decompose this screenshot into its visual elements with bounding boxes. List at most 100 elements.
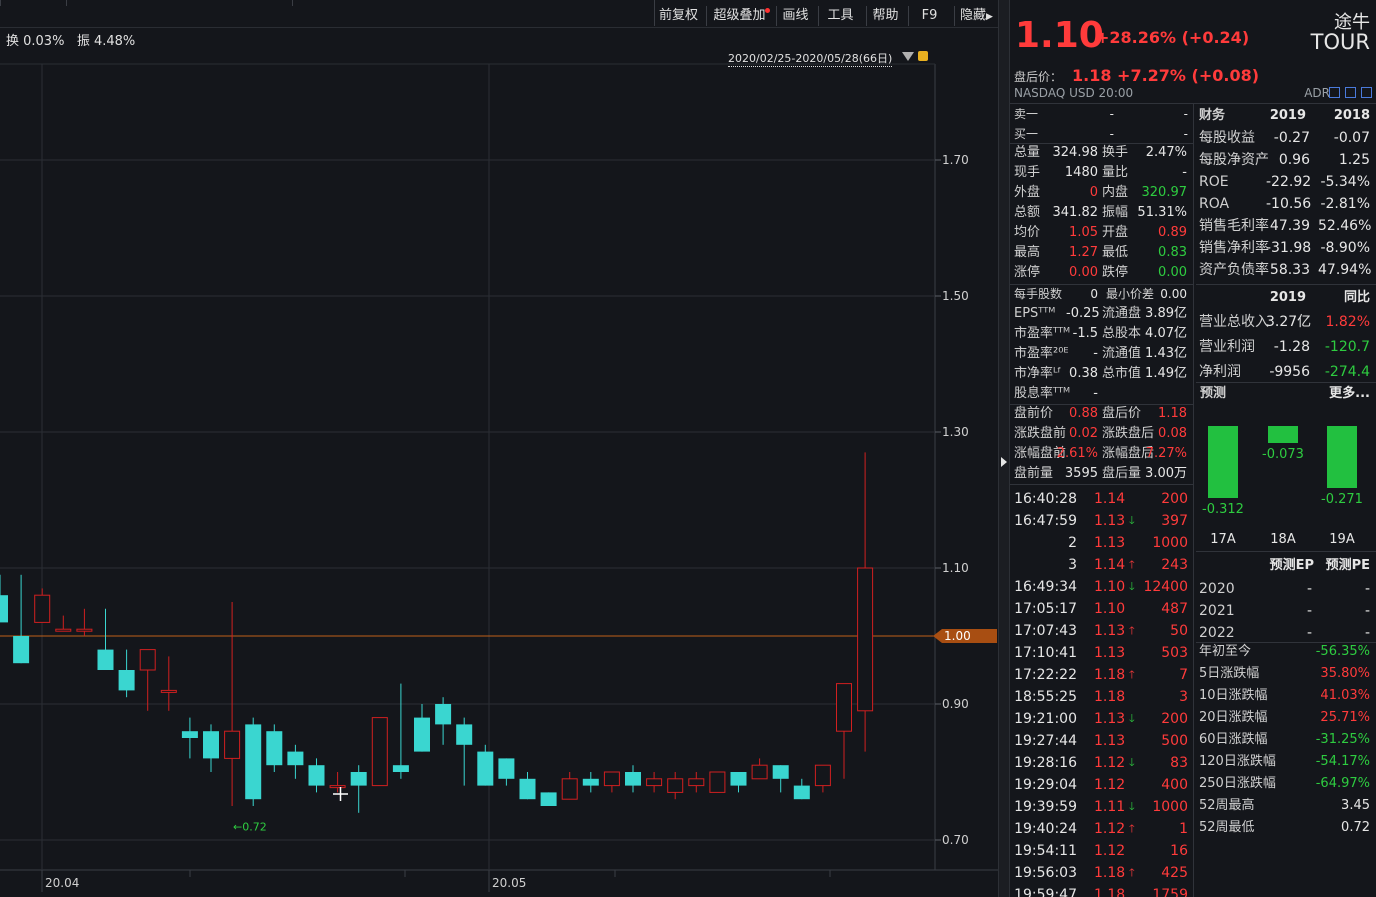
orderbook-row[interactable]: 买一 - - [1010, 124, 1193, 144]
candle-body-up[interactable] [34, 594, 51, 623]
candle-body-up[interactable] [836, 683, 852, 732]
stat-label: 换手 [1102, 145, 1129, 160]
candle-body-down[interactable] [793, 785, 810, 800]
forecast-bar[interactable] [1208, 426, 1238, 498]
candle-body-down[interactable] [435, 704, 452, 725]
premarket-value: 0.08 [1158, 426, 1187, 441]
candle-body-up[interactable] [160, 689, 177, 693]
add-icon[interactable] [1361, 87, 1372, 98]
candle-body-down[interactable] [266, 731, 283, 766]
finance-value: 1.25 [1338, 152, 1370, 168]
toolbar-btn-6[interactable]: 隐藏▶ [954, 6, 998, 26]
forecast-bar[interactable] [1268, 426, 1298, 443]
tick-row[interactable]: 18:55:25 1.18 3 [1010, 686, 1193, 708]
toolbar-btn-5[interactable]: F9 [908, 6, 950, 26]
finance-header-year: 2018 [1333, 108, 1370, 123]
tick-row[interactable]: 19:40:24 1.12 🡑 1 [1010, 818, 1193, 840]
tick-row[interactable]: 17:10:41 1.13 503 [1010, 642, 1193, 664]
candle-body-down[interactable] [245, 724, 262, 800]
candle-body-up[interactable] [857, 567, 874, 712]
candle-body-down[interactable] [519, 778, 536, 800]
forecast-bar[interactable] [1327, 426, 1357, 489]
tick-row[interactable]: 3 1.14 🡑 243 [1010, 554, 1193, 576]
tick-time: 16:40:28 [1014, 491, 1077, 507]
orderbook-row[interactable]: 卖一 - - [1010, 104, 1193, 124]
tick-row[interactable]: 2 1.13 1000 [1010, 532, 1193, 554]
candle-body-down[interactable] [350, 772, 367, 786]
candle-body-down[interactable] [118, 670, 135, 691]
performance-value: 25.71% [1320, 710, 1370, 725]
candle-body-up[interactable] [667, 778, 684, 793]
after-hours-label: 盘后价： [1014, 70, 1063, 84]
toolbar-btn-2[interactable]: 画线 [776, 6, 814, 26]
tick-row[interactable]: 19:28:16 1.12 🡓 83 [1010, 752, 1193, 774]
candle-body-down[interactable] [625, 772, 641, 786]
candle-body-down[interactable] [772, 765, 789, 779]
candle-body-down[interactable] [181, 731, 198, 738]
stats-row: 总量 324.98 换手 2.47% [1010, 143, 1193, 163]
tick-row[interactable]: 17:05:17 1.10 487 [1010, 598, 1193, 620]
tick-row[interactable]: 19:21:00 1.13 🡓 200 [1010, 708, 1193, 730]
tick-row[interactable]: 19:56:03 1.18 🡑 425 [1010, 862, 1193, 884]
range-dropdown-icon[interactable] [902, 52, 914, 62]
toolbar-btn-1[interactable]: 超级叠加 [706, 6, 772, 26]
candle-body-up[interactable] [561, 778, 578, 800]
tick-row[interactable]: 19:59:47 1.18 1759 [1010, 884, 1193, 897]
candle-body-down[interactable] [456, 724, 473, 745]
candle-body-down[interactable] [540, 792, 557, 806]
forecast-more-link[interactable]: 更多... [1316, 384, 1370, 404]
lock-icon[interactable] [918, 51, 928, 61]
candle-body-down[interactable] [0, 595, 8, 623]
alert-icon[interactable] [1345, 87, 1356, 98]
stat-value: 324.98 [1052, 145, 1099, 160]
candle-body-down[interactable] [414, 717, 430, 752]
tick-volume: 16 [1170, 843, 1188, 859]
candle-body-up[interactable] [55, 628, 72, 632]
candle-body-up[interactable] [76, 628, 93, 632]
toolbar-btn-3[interactable]: 工具 [818, 6, 862, 26]
candle-body-down[interactable] [287, 751, 304, 766]
fund-value: - [1093, 386, 1098, 401]
tick-time: 19:21:00 [1014, 711, 1077, 727]
tick-time: 16:49:34 [1014, 579, 1077, 595]
date-range-label[interactable]: 2020/02/25-2020/05/28(66日) [728, 50, 893, 67]
tick-row[interactable]: 16:40:28 1.14 200 [1010, 488, 1193, 510]
tick-row[interactable]: 19:39:59 1.11 🡓 1000 [1010, 796, 1193, 818]
candle-body-up[interactable] [371, 717, 388, 787]
tick-row[interactable]: 19:27:44 1.13 500 [1010, 730, 1193, 752]
fund-value: -1.5 [1072, 326, 1098, 341]
tick-row[interactable]: 16:47:59 1.13 🡓 397 [1010, 510, 1193, 532]
candle-body-up[interactable] [139, 649, 156, 671]
finance-value: -31.98 [1266, 240, 1312, 256]
tick-row[interactable]: 17:07:43 1.13 🡑 50 [1010, 620, 1193, 642]
tick-row[interactable]: 17:22:22 1.18 🡑 7 [1010, 664, 1193, 686]
candle-body-up[interactable] [329, 785, 346, 789]
stat-value: 0.83 [1158, 245, 1187, 260]
candle-body-up[interactable] [688, 778, 705, 787]
candle-body-down[interactable] [97, 649, 114, 670]
collapse-arrow-icon[interactable] [1001, 457, 1007, 467]
toolbar-btn-4[interactable]: 帮助 [866, 6, 904, 26]
candlestick-chart[interactable]: 1.70 1.50 1.30 1.10 0.90 0.70 20.04 20.05 1.00 ←0… [0, 0, 998, 897]
candle-body-down[interactable] [392, 765, 409, 772]
orderbook-label: 买一 [1014, 127, 1039, 141]
candle-body-down[interactable] [498, 758, 515, 779]
candle-body-down[interactable] [477, 751, 494, 786]
candle-body-down[interactable] [730, 772, 747, 786]
candle-body-down[interactable] [13, 636, 30, 664]
candle-body-up[interactable] [751, 764, 768, 780]
candle-body-up[interactable] [646, 778, 663, 787]
candle-body-down[interactable] [308, 765, 325, 786]
candle-body-down[interactable] [582, 778, 599, 786]
candle-body-up[interactable] [603, 771, 620, 787]
panel-divider[interactable] [998, 0, 1010, 897]
candle-body-down[interactable] [203, 731, 219, 759]
tick-row[interactable]: 16:49:34 1.10 🡓 12400 [1010, 576, 1193, 598]
tick-row[interactable]: 19:54:11 1.12 16 [1010, 840, 1193, 862]
edit-icon[interactable] [1329, 87, 1340, 98]
tick-row[interactable]: 19:29:04 1.12 400 [1010, 774, 1193, 796]
candle-body-up[interactable] [814, 764, 831, 787]
candle-body-up[interactable] [709, 771, 726, 793]
candle-body-up[interactable] [224, 730, 241, 759]
toolbar-btn-0[interactable]: 前复权 [654, 6, 702, 26]
